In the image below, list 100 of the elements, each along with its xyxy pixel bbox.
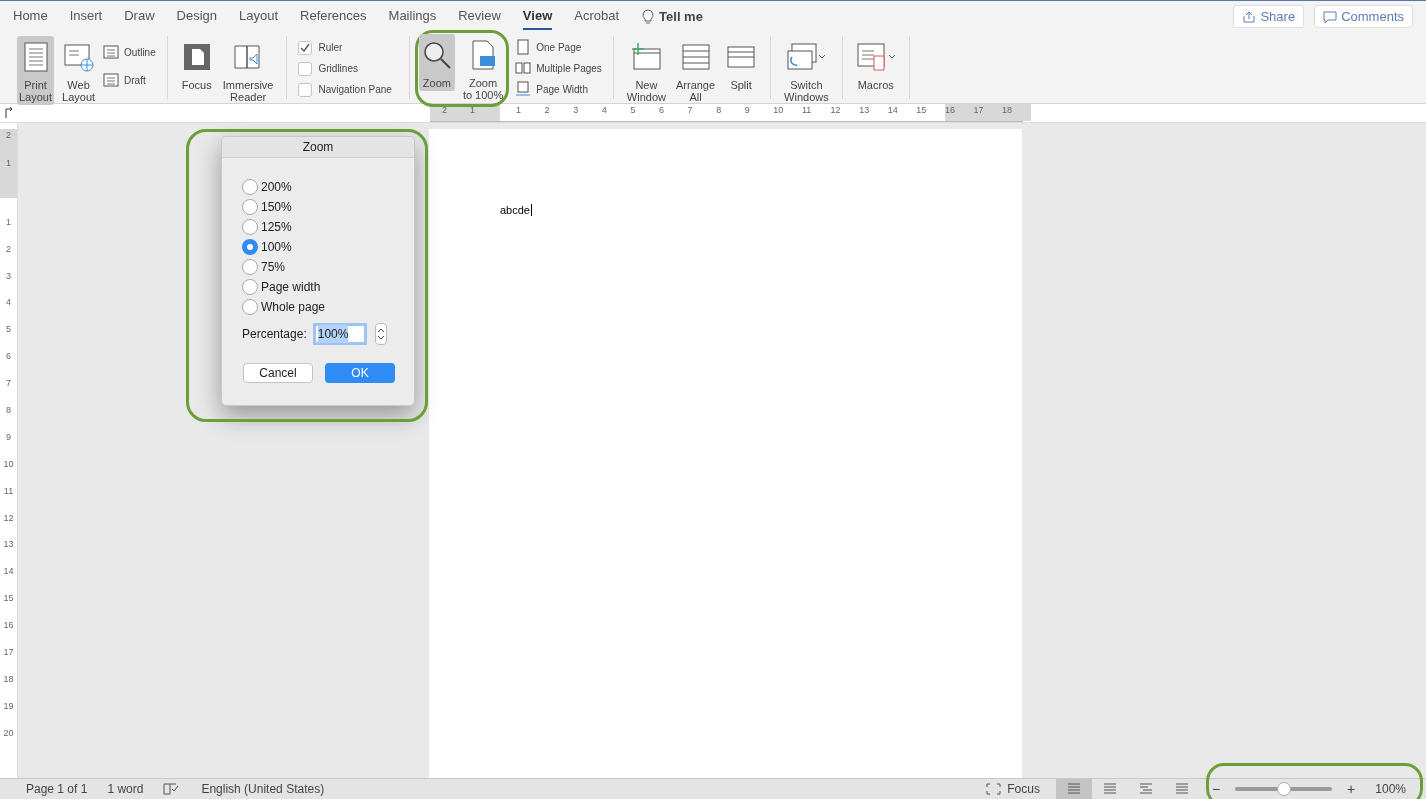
ruler-number: 3 [573, 104, 580, 117]
ribbon-tab[interactable]: Mailings [388, 3, 437, 30]
page-count: Page 1 of 1 [26, 781, 88, 798]
list-icon [103, 44, 120, 60]
ruler-number: 1 [6, 157, 11, 171]
ruler-number: 1 [470, 104, 476, 117]
ruler-number: 16 [3, 619, 14, 633]
ribbon-tab[interactable]: Design [176, 3, 217, 30]
ruler-number: 18 [1002, 104, 1031, 121]
ribbon-tab[interactable]: Draw [124, 3, 155, 30]
radio-button[interactable] [242, 199, 258, 215]
ribbon-button[interactable]: Arrange All [673, 36, 718, 105]
ribbon-button[interactable]: Web Layout [60, 36, 98, 105]
new-window-icon [630, 41, 663, 73]
ribbon-tab[interactable]: Layout [239, 3, 279, 30]
ruler-number: 18 [3, 672, 14, 686]
share-button[interactable]: Share [1233, 5, 1305, 28]
radio-button[interactable] [242, 279, 258, 295]
macro-list-icon [855, 41, 888, 73]
ribbon-button[interactable]: One Page [515, 39, 602, 55]
radio-button[interactable] [242, 259, 258, 275]
ribbon-button[interactable]: Immersive Reader [220, 36, 276, 105]
lines-icon [1066, 783, 1081, 795]
ruler-number: 15 [916, 104, 928, 117]
ribbon-tab[interactable]: Home [13, 3, 48, 30]
checkbox[interactable] [298, 82, 313, 97]
radio-button[interactable] [242, 219, 258, 235]
radio-label: 200% [261, 179, 292, 196]
ribbon-button[interactable]: Switch Windows [782, 36, 831, 105]
checkbox-label: Gridlines [318, 62, 358, 76]
two-pages-icon [515, 60, 532, 76]
ribbon-button[interactable]: Print Layout [17, 36, 55, 105]
ruler-number: 14 [887, 104, 899, 117]
radio-button[interactable] [242, 179, 258, 195]
ribbon-button[interactable]: Draft [103, 72, 156, 88]
ribbon-tab[interactable]: Insert [69, 3, 103, 30]
view-button[interactable] [1055, 779, 1092, 799]
ruler-number: 17 [973, 104, 1003, 121]
ribbon-button[interactable]: Zoom to 100% [460, 34, 506, 103]
ribbon-button[interactable]: Page Width [515, 81, 602, 97]
ruler-number: 13 [3, 538, 14, 552]
ribbon-tab[interactable]: References [300, 3, 367, 30]
ribbon-button[interactable]: Macros [853, 36, 898, 93]
ruler-number: 6 [6, 350, 11, 364]
list-icon [103, 72, 120, 88]
ruler-number: 14 [3, 565, 14, 579]
ribbon-button[interactable]: Multiple Pages [515, 60, 602, 76]
word-count: 1 word [107, 781, 144, 798]
ribbon-tab[interactable]: Acrobat [574, 3, 620, 30]
ruler-number: 1 [516, 104, 522, 117]
ruler-number: 8 [716, 104, 723, 117]
ruler-number: 7 [687, 104, 694, 117]
ribbon-tab[interactable]: Review [458, 3, 501, 30]
ruler-number: 11 [3, 484, 14, 498]
checkbox[interactable] [298, 61, 313, 76]
checkbox[interactable] [298, 40, 313, 55]
radio-label: 150% [261, 199, 292, 216]
ruler-number: 20 [3, 726, 14, 740]
focus-button[interactable]: Focus [986, 780, 1040, 798]
tell-me-button[interactable]: Tell me [641, 3, 703, 30]
zoom-out-button[interactable]: − [1211, 782, 1221, 796]
focus-frame-icon [986, 783, 1002, 795]
zoom-in-button[interactable]: + [1347, 782, 1356, 796]
ruler-number: 12 [830, 104, 842, 117]
ruler-number: 8 [6, 404, 11, 417]
slider-thumb[interactable] [1276, 782, 1291, 796]
ruler-number: 4 [6, 296, 11, 310]
radio-button[interactable] [242, 299, 258, 315]
share-icon [1242, 9, 1257, 24]
book-check-icon [163, 782, 180, 796]
cancel-button[interactable]: Cancel [243, 363, 313, 383]
ruler-number: 4 [601, 104, 608, 117]
ruler-number: 12 [3, 511, 14, 525]
ribbon-button[interactable]: New Window [624, 36, 668, 105]
ruler-number: 16 [944, 104, 974, 121]
ribbon-button[interactable]: Outline [103, 44, 156, 60]
lines-icon [1174, 783, 1189, 795]
radio-label: 125% [261, 219, 292, 236]
page-width-icon [515, 81, 532, 97]
radio-button[interactable] [242, 239, 258, 255]
ribbon-button[interactable]: Split [723, 36, 760, 93]
ruler-number: 2 [544, 104, 551, 117]
stepper[interactable] [374, 323, 387, 345]
up-down-arrows-icon [376, 327, 385, 341]
ribbon-button[interactable]: Focus [178, 36, 215, 93]
comments-button[interactable]: Comments [1314, 5, 1413, 28]
ruler-number: 19 [3, 699, 14, 713]
ruler-number: 9 [744, 104, 751, 117]
percentage-label: Percentage: [242, 326, 307, 343]
ruler-number: 1 [6, 215, 11, 229]
switch-windows-icon [786, 41, 819, 73]
language-status: English (United States) [201, 781, 325, 798]
percentage-field[interactable]: 100% [312, 323, 367, 345]
single-page-icon [515, 39, 532, 55]
zoom-percentage: 100% [1375, 781, 1406, 798]
ruler-number: 10 [3, 457, 14, 471]
ruler-number: 2 [442, 104, 448, 117]
ribbon-tab[interactable]: View [522, 3, 553, 30]
ribbon-button[interactable]: Zoom [418, 34, 455, 91]
radio-label: Whole page [261, 299, 326, 316]
